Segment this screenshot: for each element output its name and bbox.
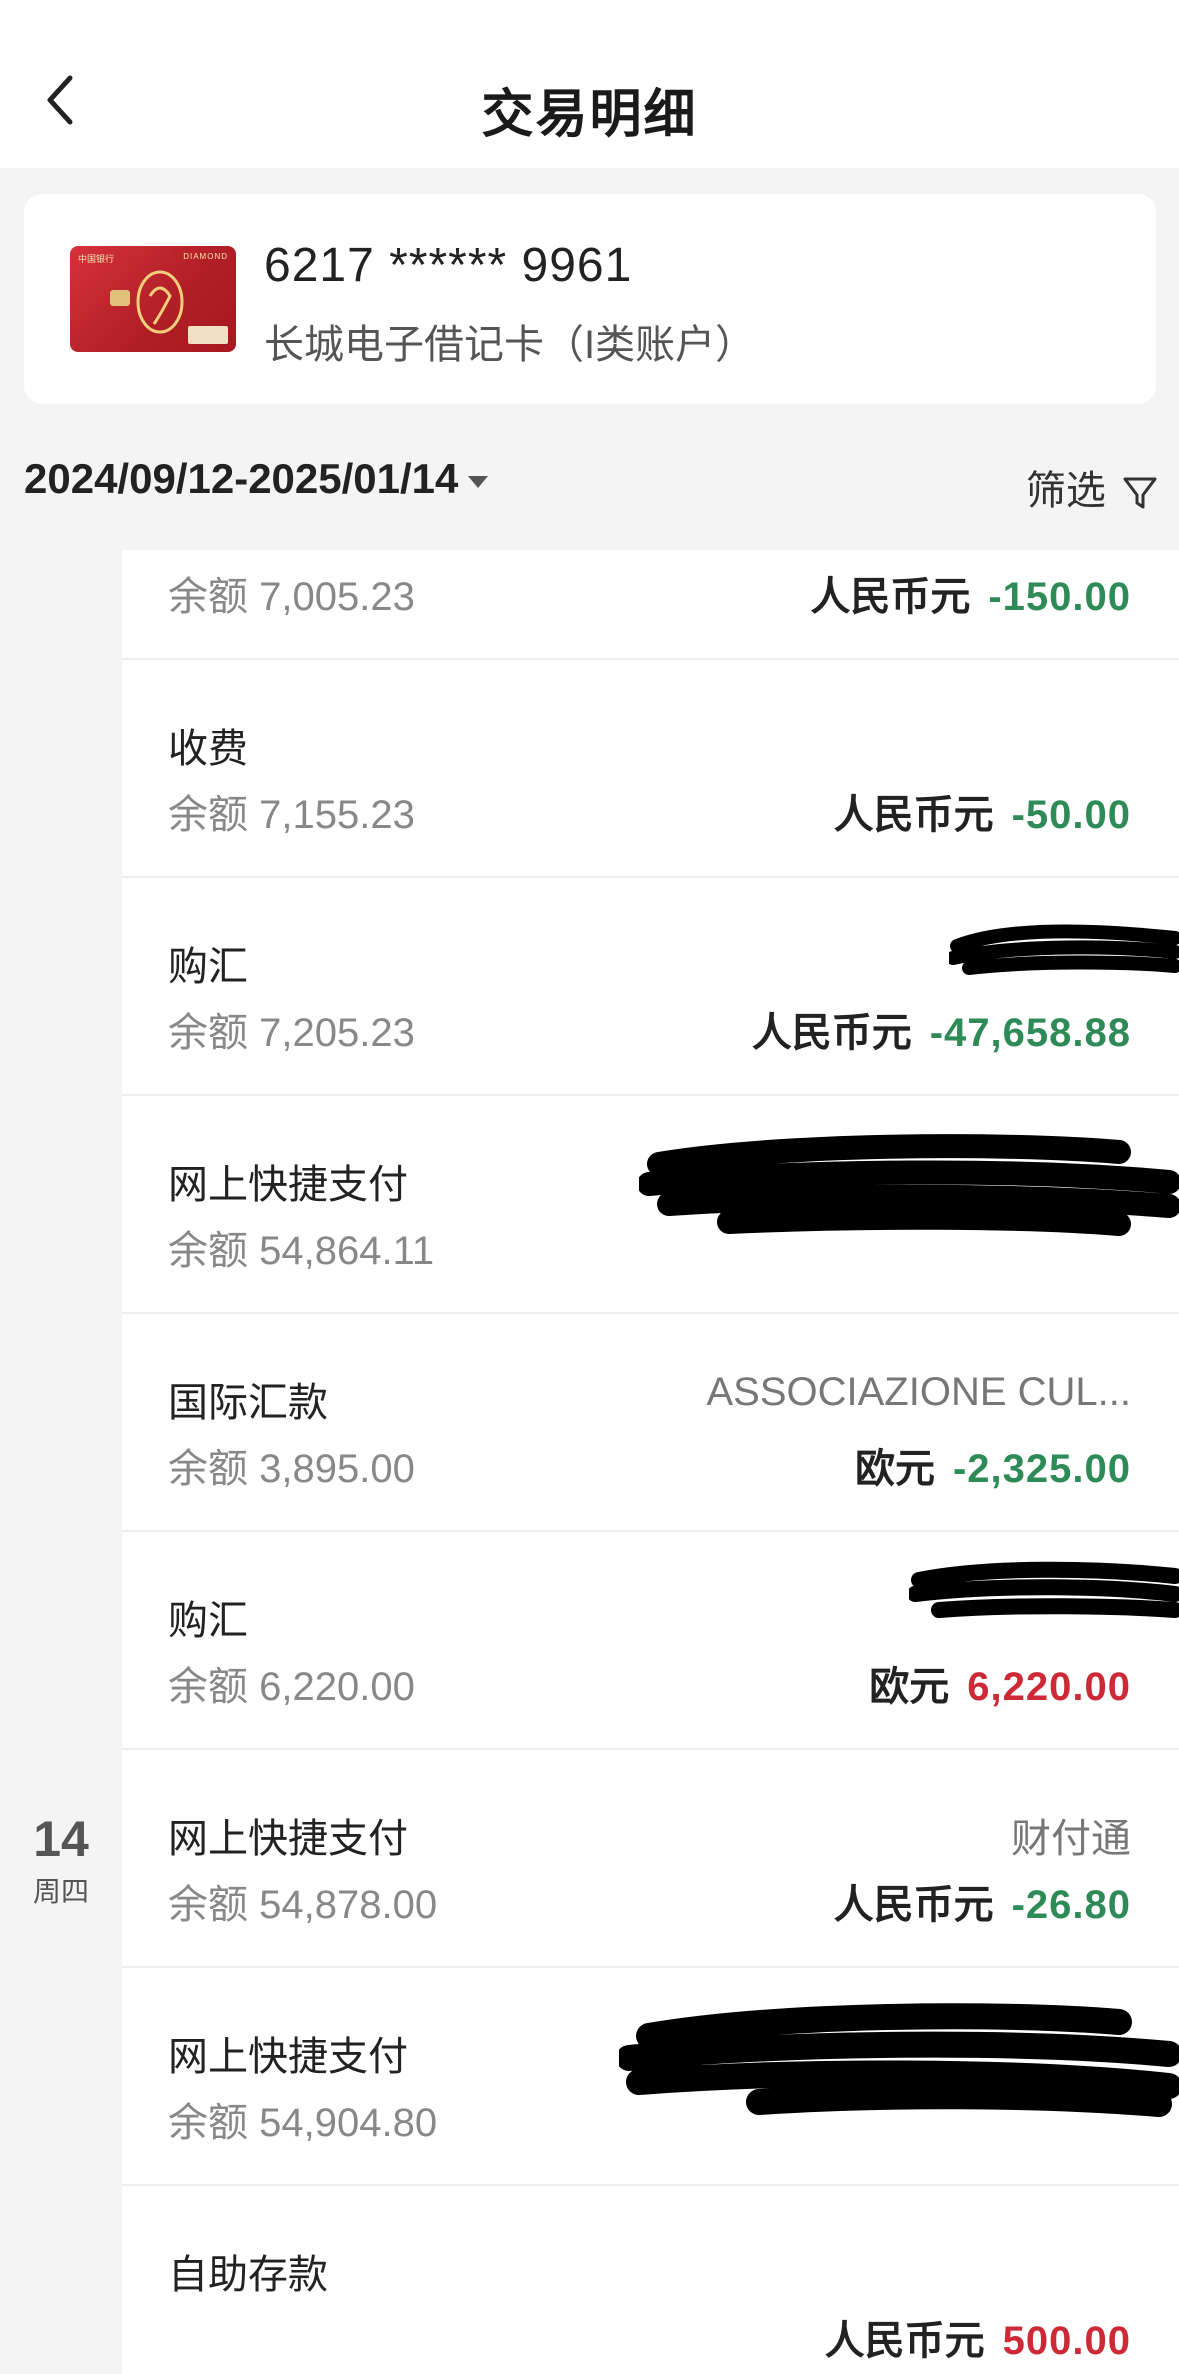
transaction-currency: 欧元 bbox=[854, 1447, 935, 1491]
transaction-balance: 余额 3,895.00 bbox=[168, 1447, 415, 1491]
transaction-amount: -26.80 bbox=[1011, 1883, 1131, 1927]
transaction-balance: 余额 7,205.23 bbox=[168, 1011, 415, 1055]
transaction-currency: 欧元 bbox=[869, 1665, 950, 1709]
transaction-currency: 人民币元 bbox=[824, 2319, 985, 2363]
card-chip-icon bbox=[110, 290, 130, 306]
transaction-currency: 人民币元 bbox=[833, 1883, 994, 1927]
account-card[interactable]: 中国银行 DIAMOND 6217 ****** 9961 长城电子借记卡（I类… bbox=[24, 194, 1156, 404]
card-number: 6217 ****** 9961 bbox=[264, 239, 633, 292]
transaction-row[interactable]: 余额 7,005.23 人民币元 -150.00 bbox=[122, 550, 1179, 660]
zodiac-emblem-icon bbox=[136, 270, 184, 334]
transaction-balance: 余额 54,904.80 bbox=[168, 2101, 438, 2145]
funnel-icon bbox=[1123, 477, 1157, 509]
transaction-amount: -150.00 bbox=[988, 575, 1131, 619]
filter-label: 筛选 bbox=[1025, 469, 1106, 513]
transaction-row[interactable]: 网上快捷支付 余额 54,904.80 bbox=[122, 1966, 1179, 2186]
transaction-row[interactable]: 购汇 余额 7,205.23 人民币元 -47,658.88 bbox=[122, 876, 1179, 1096]
transaction-currency: 人民币元 bbox=[833, 793, 994, 837]
header-bar: 交易明细 bbox=[0, 0, 1179, 168]
card-type: 长城电子借记卡（I类账户） bbox=[264, 323, 756, 367]
transaction-balance: 余额 7,155.23 bbox=[168, 793, 415, 837]
card-network-logo bbox=[188, 326, 228, 344]
transaction-type: 自助存款 bbox=[168, 2253, 328, 2297]
page-title: 交易明细 bbox=[481, 86, 698, 144]
transaction-merchant: ASSOCIAZIONE CUL... bbox=[706, 1370, 1131, 1414]
transaction-type: 收费 bbox=[168, 727, 248, 771]
redaction-scribble bbox=[639, 1134, 1179, 1236]
transaction-balance: 余额 7,005.23 bbox=[168, 575, 415, 619]
redaction-scribble bbox=[949, 924, 1179, 975]
transaction-list[interactable]: 余额 7,005.23 人民币元 -150.00 收费 余额 7,155.23 人… bbox=[122, 550, 1179, 2374]
transaction-currency: 人民币元 bbox=[810, 575, 971, 619]
redaction-scribble bbox=[619, 2003, 1179, 2117]
transaction-type: 购汇 bbox=[168, 1599, 248, 1643]
transaction-balance: 余额 54,864.11 bbox=[168, 1229, 435, 1273]
transaction-type: 国际汇款 bbox=[168, 1381, 328, 1425]
transaction-row[interactable]: 收费 余额 7,155.23 人民币元 -50.00 bbox=[122, 658, 1179, 878]
transaction-type: 网上快捷支付 bbox=[168, 1163, 408, 1207]
transaction-amount: -47,658.88 bbox=[929, 1011, 1131, 1055]
date-range-selector[interactable]: 2024/09/12-2025/01/14 bbox=[24, 455, 489, 503]
transaction-amount: -50.00 bbox=[1011, 793, 1131, 837]
transaction-row[interactable]: 网上快捷支付 余额 54,878.00 财付通 人民币元 -26.80 bbox=[122, 1748, 1179, 1968]
transaction-row[interactable]: 国际汇款 余额 3,895.00 ASSOCIAZIONE CUL... 欧元 -… bbox=[122, 1312, 1179, 1532]
filter-button[interactable]: 筛选 bbox=[1026, 458, 1159, 516]
date-range-label: 2024/09/12-2025/01/14 bbox=[24, 455, 459, 502]
transaction-merchant: 财付通 bbox=[1011, 1817, 1131, 1861]
transaction-amount: -2,325.00 bbox=[952, 1447, 1131, 1491]
transaction-currency: 人民币元 bbox=[751, 1011, 912, 1055]
transaction-amount: 6,220.00 bbox=[967, 1665, 1131, 1709]
redaction-scribble bbox=[909, 1561, 1179, 1618]
bank-card-image: 中国银行 DIAMOND bbox=[70, 246, 236, 352]
day-number: 14 bbox=[33, 1811, 89, 1867]
day-weekday: 周四 bbox=[32, 1876, 89, 1907]
transaction-amount: 500.00 bbox=[1002, 2319, 1131, 2363]
transaction-balance: 余额 54,878.00 bbox=[168, 1883, 438, 1927]
transaction-row[interactable]: 网上快捷支付 余额 54,864.11 bbox=[122, 1094, 1179, 1314]
day-marker: 14 周四 bbox=[0, 1810, 122, 1910]
transaction-type: 网上快捷支付 bbox=[168, 2035, 408, 2079]
transaction-balance: 余额 6,220.00 bbox=[168, 1665, 415, 1709]
transaction-type: 网上快捷支付 bbox=[168, 1817, 408, 1861]
caret-down-icon bbox=[468, 475, 489, 488]
transaction-type: 购汇 bbox=[168, 945, 248, 989]
transaction-row[interactable]: 自助存款 人民币元 500.00 bbox=[122, 2184, 1179, 2374]
transaction-row[interactable]: 购汇 余额 6,220.00 欧元 6,220.00 bbox=[122, 1530, 1179, 1750]
